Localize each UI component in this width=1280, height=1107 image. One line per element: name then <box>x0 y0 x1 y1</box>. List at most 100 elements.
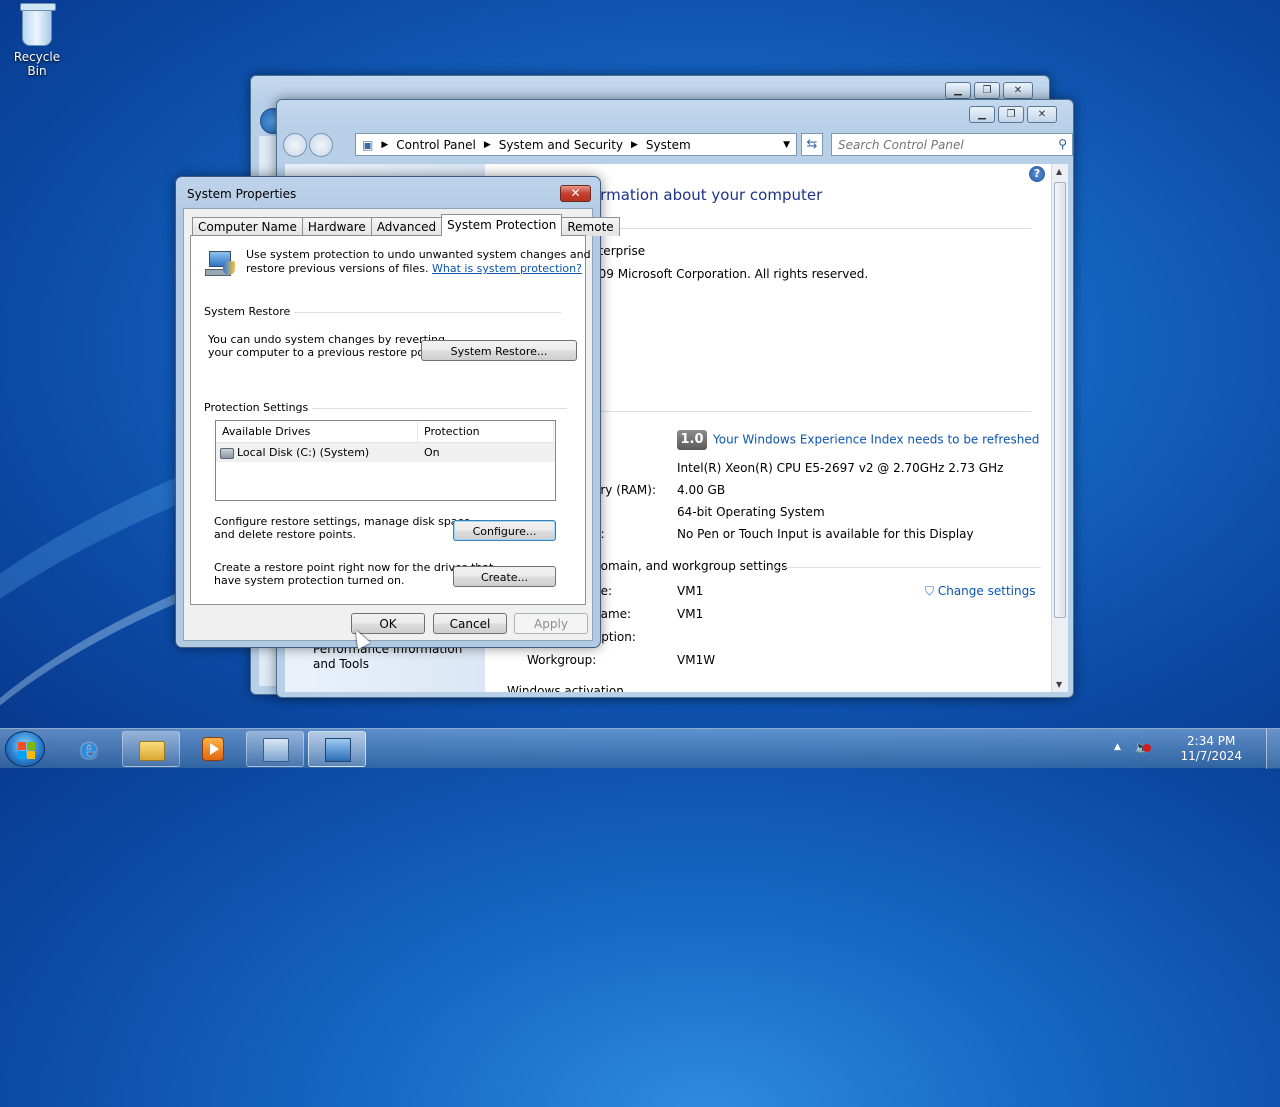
windows-activation-section-title: Windows activation <box>507 684 624 692</box>
intro-text-line1: Use system protection to undo unwanted s… <box>246 248 591 261</box>
system-restore-text-line1: You can undo system changes by reverting <box>208 333 445 346</box>
workgroup-label: Workgroup: <box>527 653 597 667</box>
breadcrumb-system[interactable]: System <box>646 138 691 152</box>
configure-button[interactable]: Configure... <box>453 520 556 541</box>
tab-computer-name[interactable]: Computer Name <box>192 217 303 236</box>
refresh-icon[interactable]: ⇆ <box>801 133 823 156</box>
what-is-system-protection-link[interactable]: What is system protection? <box>432 262 582 275</box>
system-restore-button[interactable]: System Restore... <box>421 340 577 361</box>
control-panel-icon: ▣ <box>362 137 374 152</box>
intro-text-line2-label: restore previous versions of files. <box>246 262 429 275</box>
protection-settings-group-label: Protection Settings <box>204 401 313 414</box>
tab-remote[interactable]: Remote <box>561 217 620 236</box>
hard-drive-icon <box>220 447 234 459</box>
show-desktop-button[interactable] <box>1266 729 1280 769</box>
start-button[interactable] <box>5 731 45 767</box>
experience-index-link[interactable]: Your Windows Experience Index needs to b… <box>713 433 1039 447</box>
chevron-right-icon: ▶ <box>483 139 491 150</box>
create-text-line2: have system protection turned on. <box>214 574 405 587</box>
tab-system-protection[interactable]: System Protection <box>441 214 563 236</box>
system-restore-text-line2: your computer to a previous restore poin… <box>208 346 442 359</box>
search-input[interactable] <box>832 134 1042 155</box>
memory-value: 4.00 GB <box>677 483 726 497</box>
change-settings-label[interactable]: Change settings <box>938 584 1036 598</box>
taskbar-system-properties[interactable] <box>308 731 366 767</box>
recycle-bin-icon <box>20 3 56 46</box>
system-protection-panel: Use system protection to undo unwanted s… <box>190 235 591 605</box>
start-flag-yellow <box>27 751 35 759</box>
breadcrumb-system-and-security[interactable]: System and Security <box>499 138 623 152</box>
control-panel-caption-buttons: ▁ ❐ ✕ <box>969 106 1057 123</box>
create-button[interactable]: Create... <box>453 566 556 587</box>
column-available-drives[interactable]: Available Drives <box>216 421 418 442</box>
chevron-right-icon: ▶ <box>381 139 389 150</box>
system-protection-icon <box>205 249 235 279</box>
close-button[interactable]: ✕ <box>1027 106 1057 123</box>
cancel-button[interactable]: Cancel <box>433 613 507 634</box>
intro-text-line2: restore previous versions of files. What… <box>246 262 582 275</box>
computer-settings-section-title: domain, and workgroup settings <box>593 559 788 573</box>
scrollbar-thumb[interactable] <box>1054 182 1066 618</box>
drives-list[interactable]: Available Drives Protection Local Disk (… <box>215 420 556 501</box>
vertical-scrollbar[interactable]: ▲ ▼ <box>1051 164 1068 692</box>
tab-strip: Computer Name Hardware Advanced System P… <box>192 214 620 236</box>
copyright-text: 009 Microsoft Corporation. All rights re… <box>591 267 869 281</box>
folder-icon <box>139 741 165 761</box>
breadcrumb-control-panel[interactable]: Control Panel <box>396 138 476 152</box>
divider <box>775 567 1041 568</box>
taskbar: e ▲ 🔈 2:34 PM 11/7/2024 <box>0 728 1280 769</box>
taskbar-media-player[interactable] <box>184 731 242 767</box>
forward-arrow-icon[interactable] <box>309 133 333 157</box>
address-bar[interactable]: ▣ ▶ Control Panel ▶ System and Security … <box>355 133 797 156</box>
show-hidden-icons-icon[interactable]: ▲ <box>1114 742 1121 752</box>
taskbar-internet-explorer[interactable]: e <box>60 731 118 767</box>
drive-row[interactable]: Local Disk (C:) (System) On <box>216 443 555 462</box>
column-protection[interactable]: Protection <box>418 421 554 442</box>
background-window-caption-buttons: ▁ ❐ ✕ <box>945 82 1033 99</box>
dialog-body: Computer Name Hardware Advanced System P… <box>183 208 620 641</box>
clock-date: 11/7/2024 <box>1180 749 1242 763</box>
close-button[interactable]: ✕ <box>1003 82 1033 99</box>
computer-name-value: VM1 <box>677 584 704 598</box>
system-properties-icon <box>325 738 351 762</box>
divider <box>591 228 1031 229</box>
change-settings-link[interactable]: ⛉ Change settings <box>925 584 1035 599</box>
dialog-close-button[interactable]: ✕ <box>560 185 591 202</box>
maximize-button[interactable]: ❐ <box>974 82 1000 99</box>
muted-icon <box>1143 744 1151 752</box>
tab-advanced[interactable]: Advanced <box>370 217 443 236</box>
notification-area: ▲ 🔈 2:34 PM 11/7/2024 <box>1110 729 1280 769</box>
taskbar-windows-explorer[interactable] <box>122 731 180 767</box>
drive-protection-cell: On <box>424 446 440 459</box>
processor-value: Intel(R) Xeon(R) CPU E5-2697 v2 @ 2.70GH… <box>677 461 1004 475</box>
clock[interactable]: 2:34 PM 11/7/2024 <box>1180 734 1242 764</box>
maximize-button[interactable]: ❐ <box>998 106 1024 123</box>
apply-button[interactable]: Apply <box>514 613 588 634</box>
scroll-down-icon[interactable]: ▼ <box>1056 680 1062 689</box>
media-player-icon <box>202 737 224 761</box>
search-icon[interactable]: ⚲ <box>1058 137 1067 151</box>
drive-name-cell: Local Disk (C:) (System) <box>216 443 418 462</box>
page-heading: ormation about your computer <box>591 186 823 204</box>
search-box[interactable]: ⚲ <box>831 133 1073 156</box>
workgroup-value: VM1W <box>677 653 716 667</box>
recycle-bin-desktop-icon[interactable]: Recycle Bin <box>4 3 70 78</box>
tab-hardware[interactable]: Hardware <box>301 217 372 236</box>
memory-label: ory (RAM): <box>593 483 657 497</box>
drive-name: Local Disk (C:) (System) <box>237 446 370 459</box>
system-restore-group-label: System Restore <box>204 305 295 318</box>
system-properties-dialog[interactable]: System Properties ✕ Computer Name Hardwa… <box>175 176 620 648</box>
start-flag-red <box>18 742 26 750</box>
chevron-down-icon[interactable]: ▼ <box>783 140 790 150</box>
minimize-button[interactable]: ▁ <box>945 82 971 99</box>
scroll-up-icon[interactable]: ▲ <box>1056 167 1062 176</box>
taskbar-control-panel[interactable] <box>246 731 304 767</box>
start-flag-blue <box>18 751 26 759</box>
minimize-button[interactable]: ▁ <box>969 106 995 123</box>
navigation-bar: ▣ ▶ Control Panel ▶ System and Security … <box>283 130 1073 160</box>
create-text-line1: Create a restore point right now for the… <box>214 561 494 574</box>
back-arrow-icon[interactable] <box>283 133 307 157</box>
help-icon[interactable]: ? <box>1029 166 1045 182</box>
experience-index-badge: 1.0 <box>677 430 707 450</box>
pen-touch-value: No Pen or Touch Input is available for t… <box>677 527 974 541</box>
